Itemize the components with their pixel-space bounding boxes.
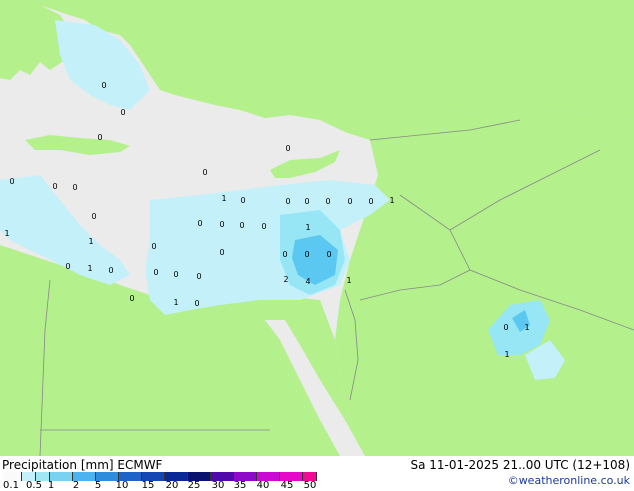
value-label: 0 xyxy=(120,108,125,117)
value-label: 1 xyxy=(173,298,178,307)
value-label: 0 xyxy=(129,294,134,303)
footer: Precipitation [mm] ECMWF Sa 11-01-2025 2… xyxy=(0,456,634,491)
value-label: 0 xyxy=(347,197,352,206)
value-label: 0 xyxy=(304,250,309,259)
value-label: 0 xyxy=(91,212,96,221)
value-label: 0 xyxy=(194,299,199,308)
value-label: 0 xyxy=(101,81,106,90)
precipitation-map: 0 0 0 0 0 0 0 0 1 0 0 0 0 0 0 1 0 1 0 0 0 0 1 1 0 0 0 0 0 0 1 0 0 0 0 1 2 4 0 1… xyxy=(0,0,634,457)
legend-tick-label: 1 xyxy=(47,480,55,491)
legend-tick-label: 0.1 xyxy=(3,480,19,491)
value-label: 0 xyxy=(261,222,266,231)
land-levant xyxy=(335,110,634,456)
value-label: 1 xyxy=(346,276,351,285)
legend-tick-label: 20 xyxy=(165,480,179,491)
value-label: 0 xyxy=(153,268,158,277)
legend-tick-label: 25 xyxy=(187,480,201,491)
value-label: 0 xyxy=(219,248,224,257)
value-label: 0 xyxy=(108,266,113,275)
value-label: 0 xyxy=(97,133,102,142)
value-label: 1 xyxy=(88,237,93,246)
value-label: 0 xyxy=(282,250,287,259)
value-label: 1 xyxy=(389,196,394,205)
legend-tick-label: 5 xyxy=(94,480,102,491)
value-label: 0 xyxy=(285,144,290,153)
value-label: 0 xyxy=(304,197,309,206)
value-label: 1 xyxy=(524,323,529,332)
value-label: 1 xyxy=(504,350,509,359)
product-title: Precipitation [mm] ECMWF xyxy=(2,458,163,472)
value-label: 0 xyxy=(285,197,290,206)
value-label: 0 xyxy=(202,168,207,177)
value-label: 0 xyxy=(325,197,330,206)
value-label: 2 xyxy=(283,275,288,284)
value-label: 0 xyxy=(151,242,156,251)
value-label: 0 xyxy=(503,323,508,332)
value-label: 1 xyxy=(4,229,9,238)
value-label: 0 xyxy=(52,182,57,191)
map-canvas: 0 0 0 0 0 0 0 0 1 0 0 0 0 0 0 1 0 1 0 0 0 0 1 1 0 0 0 0 0 0 1 0 0 0 0 1 2 4 0 1… xyxy=(0,0,634,457)
value-label: 1 xyxy=(305,223,310,232)
value-label: 4 xyxy=(305,277,310,286)
value-label: 1 xyxy=(221,194,226,203)
value-label: 0 xyxy=(196,272,201,281)
valid-time: Sa 11-01-2025 21..00 UTC (12+108) xyxy=(410,458,630,472)
legend-tick-label: 40 xyxy=(256,480,270,491)
value-label: 0 xyxy=(72,183,77,192)
value-label: 0 xyxy=(173,270,178,279)
value-label: 0 xyxy=(368,197,373,206)
value-label: 1 xyxy=(87,264,92,273)
credit-link[interactable]: ©weatheronline.co.uk xyxy=(508,474,630,487)
legend-ticks: 0.1 0.5 1 2 5 10 15 20 25 30 35 40 45 50 xyxy=(0,480,340,491)
value-label: 0 xyxy=(197,219,202,228)
legend-tick-label: 35 xyxy=(233,480,247,491)
legend-tick-label: 15 xyxy=(141,480,155,491)
legend-tick-label: 50 xyxy=(303,480,317,491)
value-label: 0 xyxy=(9,177,14,186)
value-label: 0 xyxy=(239,221,244,230)
legend-tick-label: 10 xyxy=(115,480,129,491)
value-label: 0 xyxy=(219,220,224,229)
legend-tick-label: 0.5 xyxy=(26,480,42,491)
value-label: 0 xyxy=(240,196,245,205)
legend-tick-label: 2 xyxy=(72,480,80,491)
value-label: 0 xyxy=(65,262,70,271)
legend-tick-label: 45 xyxy=(280,480,294,491)
legend-tick-label: 30 xyxy=(211,480,225,491)
value-label: 0 xyxy=(326,250,331,259)
